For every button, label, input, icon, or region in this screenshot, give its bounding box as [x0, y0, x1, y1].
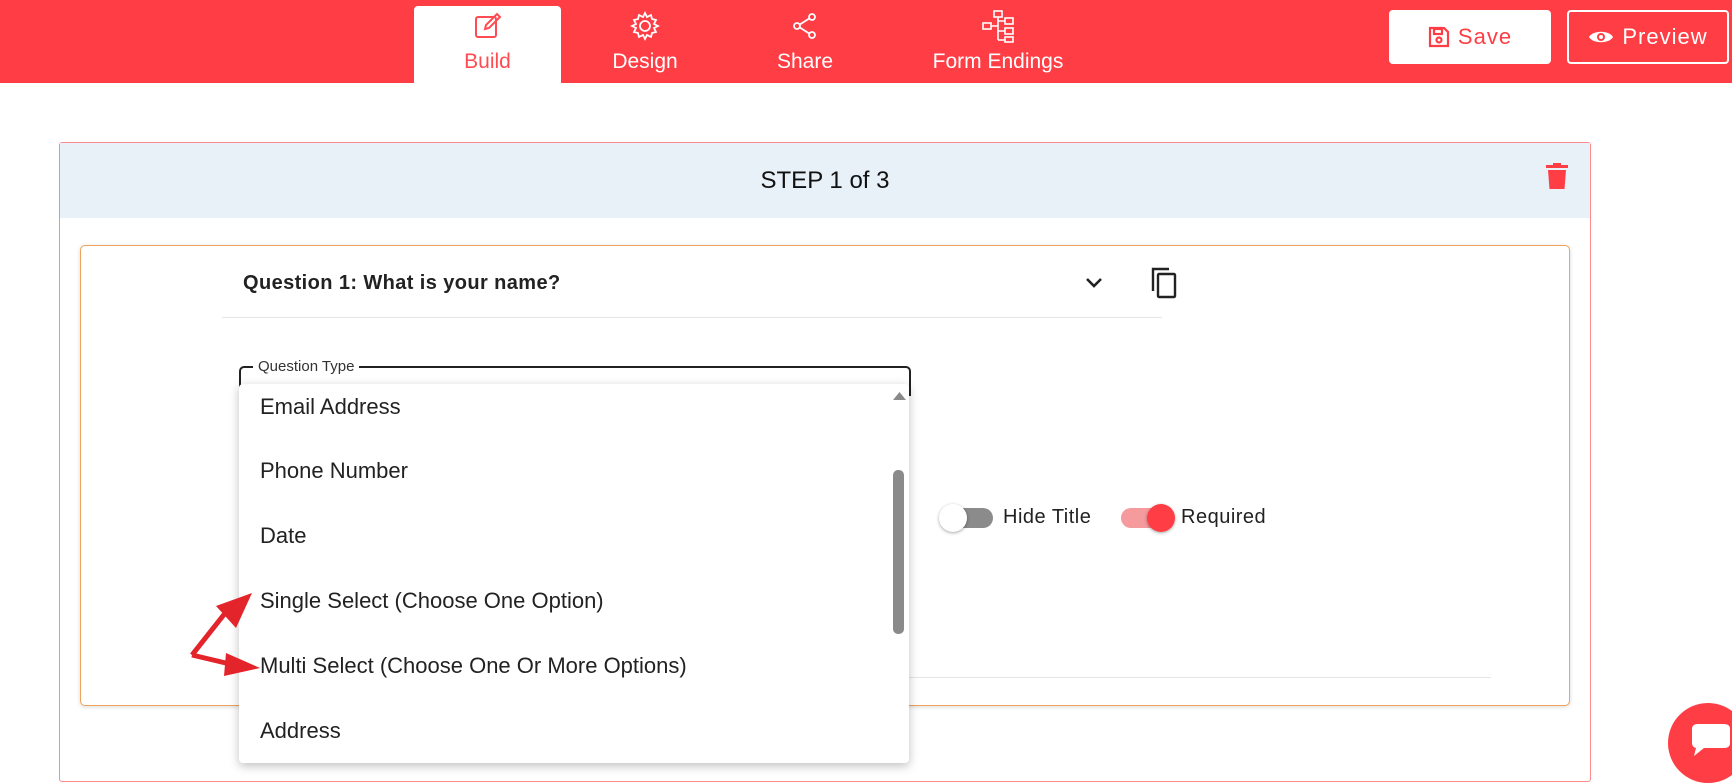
- copy-icon[interactable]: [1149, 267, 1177, 304]
- question-header-divider: [222, 317, 1162, 318]
- tab-design[interactable]: Design: [580, 6, 710, 83]
- eye-icon: [1589, 31, 1614, 43]
- step-title: STEP 1 of 3: [760, 166, 890, 194]
- flow-icon: [981, 10, 1015, 43]
- tab-share-label: Share: [776, 50, 834, 73]
- tab-build[interactable]: Build: [414, 6, 561, 83]
- chevron-down-icon[interactable]: [1085, 276, 1103, 294]
- preview-button-label: Preview: [1622, 24, 1708, 49]
- gear-icon: [630, 10, 660, 42]
- preview-button[interactable]: Preview: [1567, 10, 1729, 64]
- annotation-arrows: [190, 593, 260, 676]
- option-email-address[interactable]: Email Address: [260, 394, 401, 420]
- tab-design-label: Design: [612, 50, 678, 73]
- share-icon: [791, 10, 819, 42]
- tab-form-endings[interactable]: Form Endings: [915, 6, 1081, 83]
- hide-title-toggle[interactable]: [939, 503, 993, 532]
- required-toggle-row: Required: [1121, 503, 1267, 532]
- hide-title-toggle-knob: [939, 503, 967, 532]
- tab-form-endings-label: Form Endings: [932, 50, 1064, 73]
- chat-widget-button[interactable]: [1668, 703, 1732, 783]
- tab-build-label: Build: [464, 50, 511, 73]
- trash-icon[interactable]: [1546, 163, 1568, 194]
- save-button-label: Save: [1457, 24, 1513, 49]
- question-title[interactable]: Question 1: What is your name?: [243, 272, 561, 295]
- question-type-label: Question Type: [253, 358, 360, 375]
- option-date[interactable]: Date: [260, 523, 306, 549]
- option-single-select[interactable]: Single Select (Choose One Option): [260, 588, 604, 614]
- option-address[interactable]: Address: [260, 718, 341, 744]
- edit-icon: [473, 10, 503, 42]
- required-toggle[interactable]: [1121, 503, 1175, 532]
- chat-icon: [1692, 724, 1730, 756]
- tab-share[interactable]: Share: [748, 6, 862, 83]
- save-button[interactable]: Save: [1389, 10, 1551, 64]
- required-label: Required: [1181, 506, 1267, 528]
- question-footer-divider: [901, 677, 1491, 678]
- top-nav-bar: Build Design Share Form Endings Save Pre…: [0, 0, 1732, 83]
- step-header: STEP 1 of 3: [60, 143, 1590, 218]
- required-toggle-knob: [1147, 503, 1175, 532]
- dropdown-scrollbar-thumb[interactable]: [893, 470, 904, 634]
- hide-title-toggle-row: Hide Title: [939, 503, 1092, 532]
- option-phone-number[interactable]: Phone Number: [260, 458, 408, 484]
- question-type-dropdown: Email Address Phone Number Date Single S…: [239, 384, 909, 763]
- hide-title-label: Hide Title: [1003, 506, 1092, 528]
- scroll-up-arrow-icon[interactable]: [890, 386, 909, 406]
- save-icon: [1428, 26, 1450, 48]
- option-multi-select[interactable]: Multi Select (Choose One Or More Options…: [260, 653, 687, 679]
